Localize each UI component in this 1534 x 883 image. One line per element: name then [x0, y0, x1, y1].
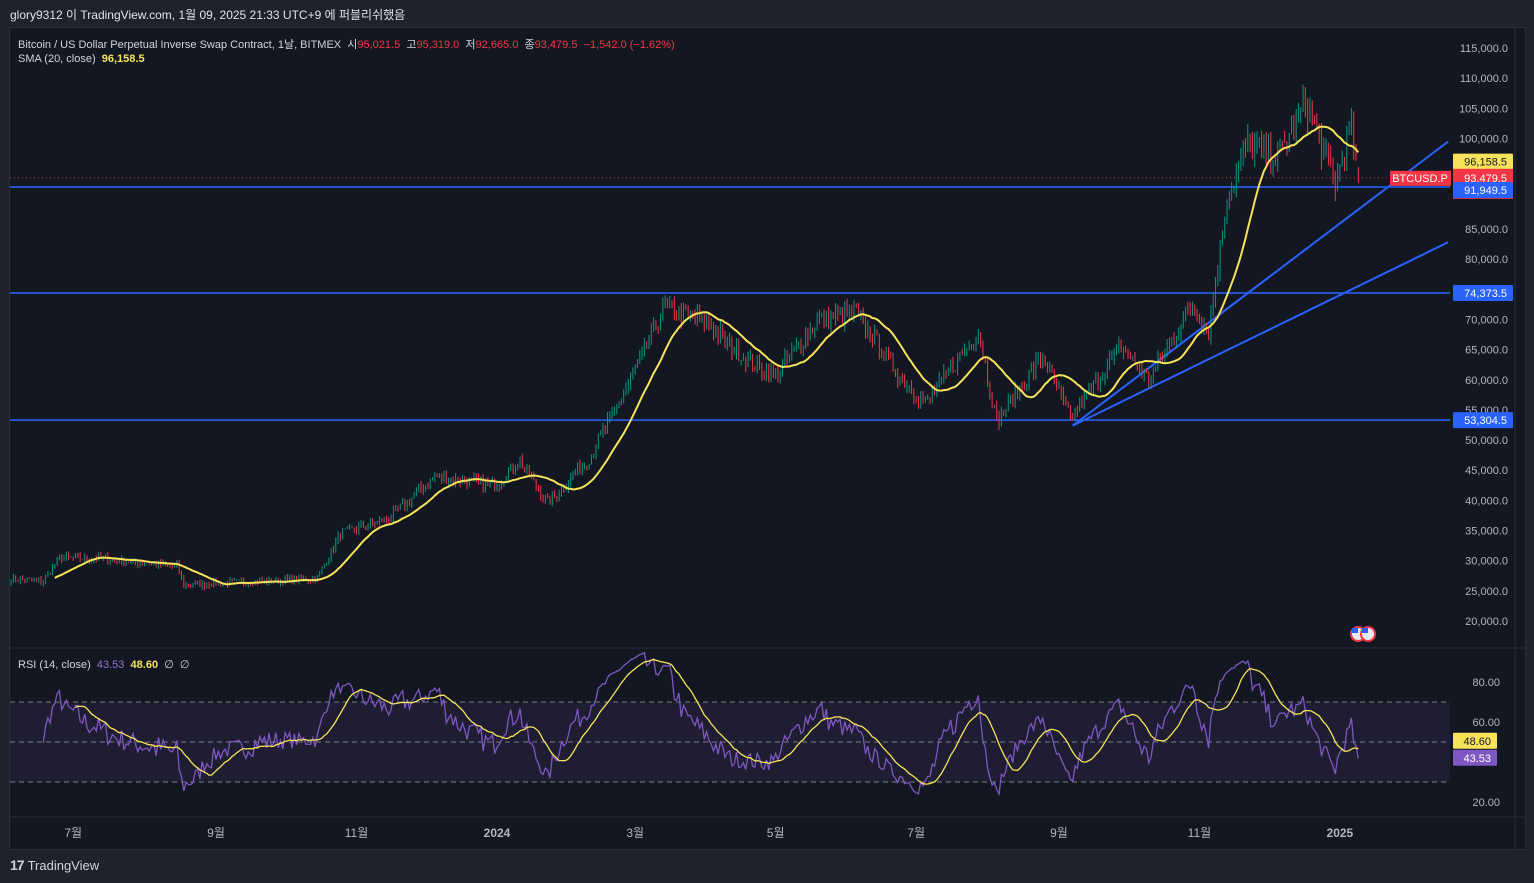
brand-name: TradingView: [27, 857, 100, 873]
rsi-tick-label: 80.00: [1472, 677, 1500, 689]
sma-legend[interactable]: SMA (20, close) 96,158.5: [18, 53, 145, 65]
rsi-tick-label: 60.00: [1472, 717, 1500, 729]
sma-price-tag-text: 96,158.5: [1464, 157, 1507, 169]
rsi-ma-tag-text: 48.60: [1463, 736, 1491, 748]
time-tick-label: 9월: [207, 826, 225, 840]
rsi-extra-1: ∅: [164, 659, 174, 671]
high-value: 95,319.0: [416, 39, 460, 51]
chart-frame[interactable]: 115,000.0 110,000.0 105,000.0 100,000.0 85,0…: [9, 27, 1526, 850]
flag-canton: [1352, 628, 1358, 633]
time-tick-label: 11월: [1188, 826, 1212, 840]
price-tick-label: 40,000.0: [1465, 495, 1508, 507]
price-tick-label: 70,000.0: [1465, 314, 1508, 326]
price-tick-label: 100,000.0: [1459, 133, 1508, 145]
sma-value: 96,158.5: [101, 53, 145, 65]
price-tick-label: 45,000.0: [1465, 465, 1508, 477]
flag-canton: [1362, 628, 1368, 633]
price-tick-label: 65,000.0: [1465, 345, 1508, 357]
rsi-extra-2: ∅: [179, 659, 190, 671]
open-label: 시: [347, 39, 358, 51]
time-tick-label: 7월: [907, 826, 925, 840]
time-tick-label: 2025: [1327, 826, 1354, 840]
rsi-legend[interactable]: RSI (14, close) 43.53 48.60 ∅ ∅: [18, 658, 190, 671]
level-price-tag: 74,373.5: [1453, 285, 1513, 302]
open-value: 95,021.5: [357, 39, 401, 51]
rsi-value: 43.53: [96, 659, 125, 671]
close-label: 종: [524, 39, 535, 51]
price-tick-label: 80,000.0: [1465, 254, 1508, 266]
level-price-tag: 53,304.5: [1453, 412, 1513, 429]
price-tick-label: 20,000.0: [1465, 616, 1508, 628]
time-tick-label: 7월: [64, 826, 82, 840]
tradingview-footer: 17 TradingView: [10, 857, 99, 873]
rsi-ma-tag: 48.60: [1453, 732, 1497, 749]
sma-title: SMA (20, close): [18, 53, 96, 65]
time-tick-label: 5월: [767, 826, 785, 840]
low-label: 저: [465, 39, 476, 51]
low-value: 92,665.0: [475, 39, 519, 51]
price-tick-label: 60,000.0: [1465, 375, 1508, 387]
time-tick-label: 2024: [484, 826, 511, 840]
sma-price-tag: 96,158.5: [1453, 153, 1513, 170]
tradingview-logo-icon: 17: [10, 857, 25, 873]
level-price-tag-text: 74,373.5: [1464, 288, 1507, 300]
time-tick-label: 11월: [345, 826, 369, 840]
chart-canvas[interactable]: 115,000.0 110,000.0 105,000.0 100,000.0 85,0…: [10, 28, 1525, 849]
price-tick-label: 25,000.0: [1465, 586, 1508, 598]
price-tick-label: 115,000.0: [1460, 43, 1508, 55]
price-tick-label: 35,000.0: [1465, 526, 1508, 538]
rsi-tick-label: 20.00: [1472, 797, 1500, 809]
level-price-tag: 91,949.5: [1453, 182, 1513, 199]
price-tick-label: 85,000.0: [1465, 224, 1508, 236]
rsi-tag-text: 43.53: [1463, 753, 1491, 765]
trendline: [1072, 241, 1449, 427]
price-tick-label: 110,000.0: [1460, 73, 1508, 85]
change-value: −1,542.0 (−1.62%): [583, 39, 675, 51]
rsi-title: RSI (14, close): [18, 659, 91, 671]
level-price-tag-text: 53,304.5: [1464, 415, 1507, 427]
symbol-legend: Bitcoin / US Dollar Perpetual Inverse Sw…: [18, 36, 675, 52]
us-flag-event-icon: [1350, 626, 1376, 642]
symbol-title[interactable]: Bitcoin / US Dollar Perpetual Inverse Sw…: [18, 39, 341, 51]
high-label: 고: [406, 39, 417, 51]
price-tick-label: 30,000.0: [1465, 556, 1508, 568]
candles: [10, 84, 1359, 590]
rsi-tag: 43.53: [1453, 749, 1497, 766]
price-tick-label: 50,000.0: [1465, 435, 1508, 447]
symbol-tag: BTCUSD.P: [1392, 173, 1448, 185]
time-tick-label: 3월: [626, 826, 644, 840]
close-value: 93,479.5: [534, 39, 578, 51]
time-tick-label: 9월: [1050, 826, 1068, 840]
rsi-ma-value: 48.60: [130, 659, 159, 671]
level-price-tag-text: 91,949.5: [1464, 185, 1507, 197]
price-tick-label: 105,000.0: [1459, 103, 1508, 115]
publish-info: glory9312 이 TradingView.com, 1월 09, 2025…: [10, 8, 406, 22]
